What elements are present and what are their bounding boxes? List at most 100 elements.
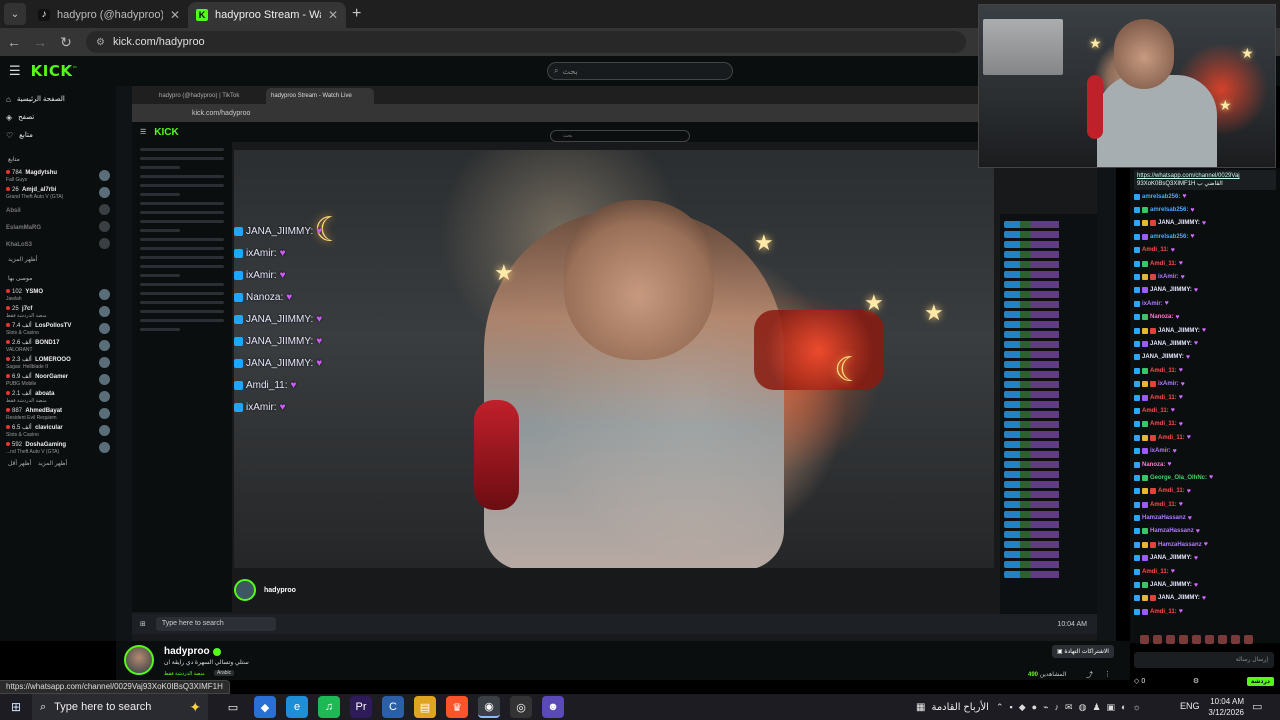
tray-app-icon[interactable]: ☼ [1132,702,1140,712]
chat-message[interactable]: Amdi_11: ♥ [1134,431,1276,444]
chat-message[interactable]: Amdi_11: ♥ [1134,257,1276,270]
tray-app-icon[interactable]: ● [1032,702,1037,712]
notification-icon[interactable]: ▭ [1252,700,1262,713]
chat-username[interactable]: ixAmir: [1150,448,1171,454]
chat-message[interactable]: Amdi_11: ♥ [1134,605,1276,618]
chat-username[interactable]: Amdi_11: [1158,488,1185,494]
channel-item[interactable]: 887 AhmedBayat Resident Evil Requiem [6,405,110,422]
sidebar-item-home[interactable]: ⌂ الصفحة الرئيسية [6,90,110,108]
chat-username[interactable]: Nanoza: [1142,462,1165,468]
tray-app-icon[interactable]: ▪ [1010,702,1013,712]
chat-message[interactable]: HamzaHassanz ♥ [1134,538,1276,551]
chat-message[interactable]: Amdi_11: ♥ [1134,404,1276,417]
chat-username[interactable]: JANA_JIIMMY: [1150,341,1192,347]
discord-icon[interactable]: ☻ [542,696,564,718]
chat-message[interactable]: JANA_JIIMMY: ♥ [1134,217,1276,230]
tab-kick[interactable]: K hadyproo Stream - Watch Live ✕ [188,2,346,28]
chat-message[interactable]: ixAmir: ♥ [1134,377,1276,390]
chat-username[interactable]: Amdi_11: [1158,435,1185,441]
chat-message[interactable]: JANA_JIIMMY: ♥ [1134,284,1276,297]
network-icon[interactable]: ⌁ [1043,702,1048,713]
show-more-link[interactable]: أظهر المزيد [8,256,110,263]
chat-username[interactable]: Amdi_11: [1150,609,1177,615]
chat-message[interactable]: amrelsab256: ♥ [1134,203,1276,216]
chat-message[interactable]: Amdi_11: ♥ [1134,418,1276,431]
volume-icon[interactable]: ♪ [1055,702,1060,712]
channel-item[interactable]: 7.4 ألف LosPollosTV Slots & Casino [6,320,110,337]
menu-icon[interactable]: ☰ [9,63,21,79]
channel-item[interactable]: Absil [6,201,110,218]
emote-bar[interactable] [1140,635,1270,645]
edge-icon[interactable]: e [286,696,308,718]
chat-message[interactable]: ixAmir: ♥ [1134,297,1276,310]
close-icon[interactable]: ✕ [170,8,180,22]
chat-message[interactable]: HamzaHassanz ♥ [1134,511,1276,524]
brave-icon[interactable]: ♛ [446,696,468,718]
chat-message[interactable]: Amdi_11: ♥ [1134,485,1276,498]
chat-username[interactable]: amrelsab256: [1150,207,1188,213]
chat-username[interactable]: HamzaHassanz [1158,542,1202,548]
copilot-icon[interactable]: ◆ [254,696,276,718]
chat-username[interactable]: Amdi_11: [1150,368,1177,374]
channel-item[interactable]: 25 j7cf منصة الدردشة فقط [6,303,110,320]
chevron-up-icon[interactable]: ⌃ [996,702,1004,713]
chat-username[interactable]: Amdi_11: [1150,502,1177,508]
chat-username[interactable]: amrelsab256: [1142,194,1180,200]
sidebar-item-following[interactable]: ♡ متابع [6,126,110,144]
language-tag[interactable]: Arabic [214,670,235,676]
forward-button[interactable]: → [28,34,52,50]
channel-item[interactable]: EslamMaRG [6,218,110,235]
chat-username[interactable]: Amdi_11: [1142,569,1169,575]
chat-message[interactable]: JANA_JIIMMY: ♥ [1134,351,1276,364]
chat-username[interactable]: HamzaHassanz [1150,528,1194,534]
channel-item[interactable]: 2.6 ألف BOND17 VALORANT [6,337,110,354]
tray-app-icon[interactable]: ✉ [1065,702,1073,713]
address-bar[interactable]: ⚙ kick.com/hadyproo [86,31,966,53]
chat-input[interactable]: إرسال رسالة [1134,652,1274,668]
show-more-link[interactable]: أظهر المزيد أظهر أقل [8,460,110,467]
settings-icon[interactable]: ⚙ [1193,677,1199,685]
chat-username[interactable]: JANA_JIIMMY: [1150,287,1192,293]
chat-message[interactable]: George_Ola_OlhNc: ♥ [1134,471,1276,484]
chat-username[interactable]: ixAmir: [1142,301,1163,307]
chat-username[interactable]: JANA_JIIMMY: [1150,555,1192,561]
language-indicator[interactable]: ENG [1180,701,1200,711]
channel-item[interactable]: KhaLoS3 [6,235,110,252]
chat-message[interactable]: JANA_JIIMMY: ♥ [1134,578,1276,591]
avatar[interactable] [124,645,154,675]
chat-message[interactable]: Amdi_11: ♥ [1134,391,1276,404]
search-input[interactable]: ⌕ بحث [547,62,733,80]
chat-message[interactable]: ixAmir: ♥ [1134,270,1276,283]
chat-message[interactable]: amrelsab256: ♥ [1134,190,1276,203]
taskbar-clock[interactable]: 10:04 AM 3/12/2026 [1204,696,1244,718]
task-view-icon[interactable]: ▭ [222,696,244,718]
chat-username[interactable]: Amdi_11: [1142,408,1169,414]
chat-username[interactable]: Amdi_11: [1150,395,1177,401]
chat-message[interactable]: JANA_JIIMMY: ♥ [1134,592,1276,605]
channel-item[interactable]: 26 Amjd_al7rbi Grand Theft Auto V (GTA) [6,184,110,201]
tray-app-icon[interactable]: ♟ [1092,702,1100,713]
chat-username[interactable]: JANA_JIIMMY: [1158,595,1200,601]
chat-username[interactable]: JANA_JIIMMY: [1150,582,1192,588]
tray-app-icon[interactable]: ◆ [1019,702,1026,713]
chat-message[interactable]: Amdi_11: ♥ [1134,244,1276,257]
tab-tiktok[interactable]: ♪ hadypro (@hadyproo) | TikTok ✕ [30,2,188,28]
chat-username[interactable]: Amdi_11: [1142,247,1169,253]
chat-username[interactable]: JANA_JIIMMY: [1158,328,1200,334]
chat-username[interactable]: amrelsab256: [1150,234,1188,240]
chat-username[interactable]: Nanoza: [1150,314,1173,320]
chat-username[interactable]: ixAmir: [1158,274,1179,280]
chat-username[interactable]: HamzaHassanz [1142,515,1186,521]
chat-message[interactable]: Nanoza: ♥ [1134,311,1276,324]
chat-message[interactable]: Amdi_11: ♥ [1134,498,1276,511]
points-display[interactable]: ◇ 0 [1134,677,1145,685]
news-widget[interactable]: ▦ الأرباح القادمة [916,694,989,720]
chat-message[interactable]: Nanoza: ♥ [1134,458,1276,471]
obs-icon[interactable]: ◎ [510,696,532,718]
chat-message[interactable]: JANA_JIIMMY: ♥ [1134,337,1276,350]
chat-message[interactable]: Amdi_11: ♥ [1134,364,1276,377]
spotify-icon[interactable]: ♫ [318,696,340,718]
chat-username[interactable]: JANA_JIIMMY: [1142,354,1184,360]
channel-item[interactable]: 592 DoshaGaming ...nd Theft Auto V (GTA) [6,439,110,456]
app-icon[interactable]: C [382,696,404,718]
